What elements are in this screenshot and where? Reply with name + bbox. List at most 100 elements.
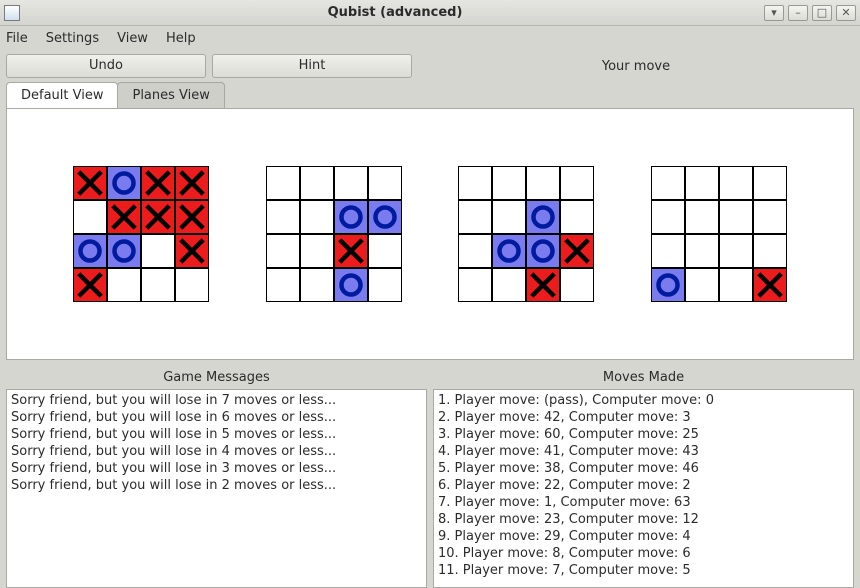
board-1	[266, 166, 402, 302]
board-cell[interactable]	[458, 200, 492, 234]
board-cell[interactable]	[73, 268, 107, 302]
messages-list[interactable]: Sorry friend, but you will lose in 7 mov…	[6, 389, 427, 588]
board-cell[interactable]	[175, 234, 209, 268]
board-cell[interactable]	[560, 200, 594, 234]
board-cell[interactable]	[458, 234, 492, 268]
board-cell[interactable]	[266, 234, 300, 268]
board-cell[interactable]	[560, 268, 594, 302]
close-button[interactable]: ✕	[836, 5, 856, 21]
board-cell[interactable]	[300, 234, 334, 268]
minimize-button[interactable]: –	[788, 5, 808, 21]
board-cell[interactable]	[526, 166, 560, 200]
board-cell[interactable]	[753, 234, 787, 268]
menu-help[interactable]: Help	[166, 31, 196, 46]
board-cell[interactable]	[266, 200, 300, 234]
board-cell[interactable]	[141, 200, 175, 234]
board-cell[interactable]	[492, 234, 526, 268]
app-icon	[4, 5, 20, 21]
tab-default-view[interactable]: Default View	[6, 82, 118, 108]
board-cell[interactable]	[334, 268, 368, 302]
menu-settings[interactable]: Settings	[46, 31, 99, 46]
board-cell[interactable]	[560, 166, 594, 200]
menu-view[interactable]: View	[117, 31, 148, 46]
board-cell[interactable]	[753, 200, 787, 234]
board-cell[interactable]	[458, 268, 492, 302]
menubar: File Settings View Help	[0, 26, 860, 50]
board-cell[interactable]	[753, 268, 787, 302]
board-cell[interactable]	[368, 234, 402, 268]
board-cell[interactable]	[685, 200, 719, 234]
board-cell[interactable]	[334, 166, 368, 200]
moves-header: Moves Made	[433, 368, 854, 389]
board-2	[458, 166, 594, 302]
board-cell[interactable]	[73, 200, 107, 234]
move-line: 10. Player move: 8, Computer move: 6	[438, 545, 849, 562]
board-cell[interactable]	[73, 166, 107, 200]
board-cell[interactable]	[458, 166, 492, 200]
board-cell[interactable]	[334, 234, 368, 268]
board-cell[interactable]	[492, 268, 526, 302]
board-cell[interactable]	[492, 166, 526, 200]
board-cell[interactable]	[560, 234, 594, 268]
undo-button[interactable]: Undo	[6, 54, 206, 78]
board-cell[interactable]	[300, 166, 334, 200]
board-cell[interactable]	[685, 234, 719, 268]
tabbar: Default View Planes View	[0, 82, 860, 108]
board-cell[interactable]	[107, 200, 141, 234]
board-cell[interactable]	[719, 234, 753, 268]
board-cell[interactable]	[526, 234, 560, 268]
move-line: 1. Player move: (pass), Computer move: 0	[438, 392, 849, 409]
move-line: 7. Player move: 1, Computer move: 63	[438, 494, 849, 511]
board-cell[interactable]	[141, 234, 175, 268]
board-cell[interactable]	[368, 200, 402, 234]
board-cell[interactable]	[107, 234, 141, 268]
board-cell[interactable]	[107, 268, 141, 302]
move-line: 11. Player move: 7, Computer move: 5	[438, 562, 849, 579]
board-cell[interactable]	[651, 166, 685, 200]
menu-file[interactable]: File	[6, 31, 28, 46]
move-line: 9. Player move: 29, Computer move: 4	[438, 528, 849, 545]
board-cell[interactable]	[368, 166, 402, 200]
board-cell[interactable]	[175, 200, 209, 234]
board-cell[interactable]	[685, 166, 719, 200]
toolbar: Undo Hint Your move	[0, 50, 860, 82]
window-title: Qubist (advanced)	[26, 5, 764, 20]
board-cell[interactable]	[141, 166, 175, 200]
board-cell[interactable]	[753, 166, 787, 200]
board-cell[interactable]	[685, 268, 719, 302]
tab-planes-view[interactable]: Planes View	[117, 82, 224, 108]
hint-button[interactable]: Hint	[212, 54, 412, 78]
status-text: Your move	[418, 59, 854, 74]
board-cell[interactable]	[266, 166, 300, 200]
moves-list[interactable]: 1. Player move: (pass), Computer move: 0…	[433, 389, 854, 588]
board-cell[interactable]	[300, 200, 334, 234]
window-menu-button[interactable]: ▾	[764, 5, 784, 21]
board-cell[interactable]	[334, 200, 368, 234]
board-cell[interactable]	[266, 268, 300, 302]
board-cell[interactable]	[651, 268, 685, 302]
board-cell[interactable]	[651, 200, 685, 234]
move-line: 6. Player move: 22, Computer move: 2	[438, 477, 849, 494]
board-cell[interactable]	[526, 268, 560, 302]
move-line: 4. Player move: 41, Computer move: 43	[438, 443, 849, 460]
board-0	[73, 166, 209, 302]
board-cell[interactable]	[300, 268, 334, 302]
board-cell[interactable]	[651, 234, 685, 268]
board-cell[interactable]	[492, 200, 526, 234]
message-line: Sorry friend, but you will lose in 2 mov…	[11, 477, 422, 494]
titlebar: Qubist (advanced) ▾ – □ ✕	[0, 0, 860, 26]
board-cell[interactable]	[73, 234, 107, 268]
board-cell[interactable]	[141, 268, 175, 302]
maximize-button[interactable]: □	[812, 5, 832, 21]
board-cell[interactable]	[107, 166, 141, 200]
board-cell[interactable]	[719, 200, 753, 234]
move-line: 2. Player move: 42, Computer move: 3	[438, 409, 849, 426]
board-cell[interactable]	[175, 166, 209, 200]
board-cell[interactable]	[175, 268, 209, 302]
board-cell[interactable]	[719, 268, 753, 302]
message-line: Sorry friend, but you will lose in 5 mov…	[11, 426, 422, 443]
board-cell[interactable]	[368, 268, 402, 302]
board-cell[interactable]	[526, 200, 560, 234]
board-cell[interactable]	[719, 166, 753, 200]
message-line: Sorry friend, but you will lose in 6 mov…	[11, 409, 422, 426]
